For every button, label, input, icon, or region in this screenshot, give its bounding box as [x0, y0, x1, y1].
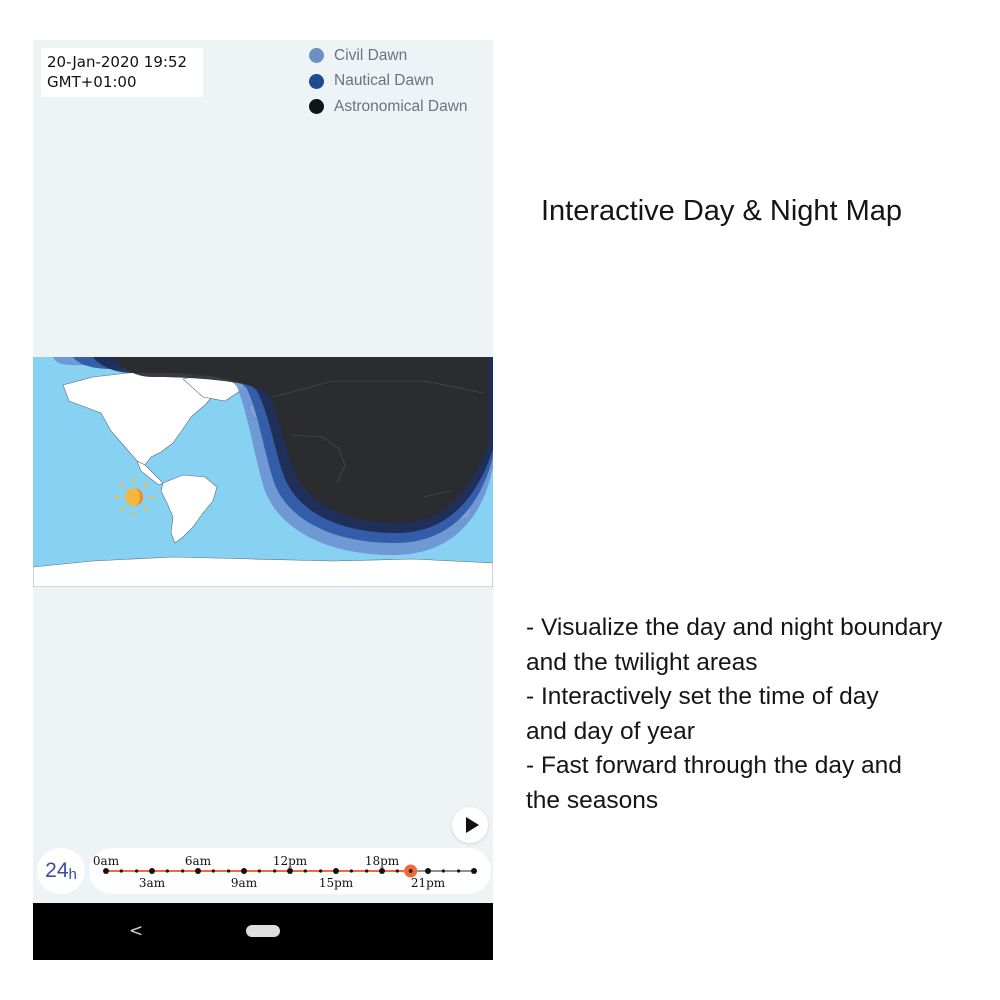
- legend-item-civil-dawn: Civil Dawn: [309, 43, 493, 69]
- hour-tick: [195, 868, 201, 874]
- mode-number: 24: [45, 859, 69, 882]
- hour-tick: [457, 869, 461, 873]
- hour-tick: [119, 869, 123, 873]
- hour-tick: [227, 869, 231, 873]
- hour-tick: [149, 868, 155, 874]
- feature-line: - Visualize the day and night boundary: [526, 614, 943, 641]
- feature-list: - Visualize the day and night boundary a…: [526, 611, 942, 819]
- hour-tick: [379, 868, 385, 874]
- hour-tick: [273, 869, 277, 873]
- hour-tick: [103, 868, 109, 874]
- legend-dot-astronomical: [309, 99, 324, 115]
- hour-label-top: 18pm: [365, 854, 400, 868]
- hour-tick: [241, 868, 247, 874]
- timezone-text: GMT+01:00: [47, 73, 137, 91]
- home-pill-icon[interactable]: [246, 925, 280, 937]
- android-nav-bar: <: [33, 903, 493, 960]
- page-title: Interactive Day & Night Map: [541, 195, 903, 227]
- hour-tick: [257, 869, 261, 873]
- hour-label-bottom: 9am: [231, 876, 258, 890]
- mode-unit: h: [68, 865, 77, 883]
- legend-item-nautical-dawn: Nautical Dawn: [309, 69, 493, 95]
- play-button[interactable]: [452, 807, 488, 843]
- feature-line: and the twilight areas: [526, 648, 758, 676]
- time-slider[interactable]: 0am 6am 12pm 18pm 3am 9am 15pm 21pm: [89, 848, 491, 894]
- world-day-night-map[interactable]: [33, 357, 493, 587]
- play-icon: [465, 817, 479, 833]
- phone-screen: 20-Jan-2020 19:52 GMT+01:00 Civil Dawn N…: [33, 40, 493, 960]
- time-slider-thumb-center: [408, 869, 413, 873]
- hour-tick: [165, 869, 169, 873]
- back-icon[interactable]: <: [126, 919, 146, 943]
- hour-tick: [287, 868, 293, 874]
- legend-item-astronomical-dawn: Astronomical Dawn: [309, 94, 493, 120]
- hour-label-top: 6am: [185, 854, 212, 868]
- datetime-text: 20-Jan-2020 19:52: [47, 53, 188, 71]
- hour-label-bottom: 3am: [139, 876, 166, 890]
- hour-label-bottom: 15pm: [319, 876, 354, 890]
- hour-tick: [319, 869, 323, 873]
- hour-tick: [211, 869, 215, 873]
- hour-tick: [135, 869, 139, 873]
- hour-label-top: 0am: [93, 854, 120, 868]
- feature-line: and day of year: [526, 717, 695, 745]
- datetime-panel: 20-Jan-2020 19:52 GMT+01:00: [41, 48, 203, 97]
- hour-tick: [441, 869, 445, 873]
- sun-icon: [114, 477, 154, 517]
- hour-tick: [349, 869, 353, 873]
- mode-24h-button[interactable]: 24 h: [37, 848, 85, 894]
- hour-tick: [471, 868, 477, 874]
- legend-label: Astronomical Dawn: [334, 97, 468, 115]
- hour-label-bottom: 21pm: [411, 876, 446, 890]
- hour-label-top: 12pm: [273, 854, 308, 868]
- hour-tick: [303, 869, 307, 873]
- legend-label: Civil Dawn: [334, 46, 408, 64]
- hour-tick: [181, 869, 185, 873]
- feature-line: - Interactively set the time of day: [526, 683, 879, 711]
- hour-tick: [425, 868, 431, 874]
- feature-line: - Fast forward through the day and: [526, 752, 902, 780]
- twilight-legend: Civil Dawn Nautical Dawn Astronomical Da…: [309, 43, 493, 120]
- legend-dot-nautical: [309, 73, 324, 89]
- hour-tick: [395, 869, 399, 873]
- feature-line: the seasons: [526, 786, 659, 814]
- legend-label: Nautical Dawn: [334, 72, 434, 90]
- hour-tick: [333, 868, 339, 874]
- legend-dot-civil: [309, 48, 324, 64]
- hour-tick: [365, 869, 369, 873]
